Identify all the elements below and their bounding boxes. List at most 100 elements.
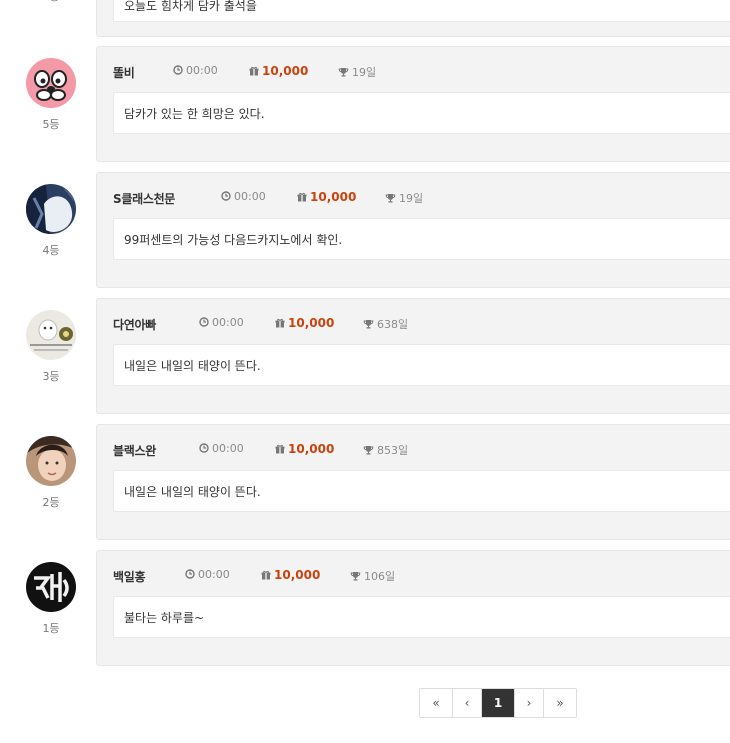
nickname[interactable]: 다연아빠 bbox=[113, 316, 156, 333]
rank-label: 5등 bbox=[42, 118, 60, 131]
gift-icon bbox=[249, 66, 259, 76]
attendance-entry-2: 블랙스완 00:00 10,000 853일 내일은 내일의 태양이 뜬다. 2… bbox=[0, 424, 730, 562]
entry-message-box: 불타는 하루를~ bbox=[113, 596, 730, 638]
entry-meta: 다연아빠 00:00 10,000 638일 bbox=[113, 313, 713, 333]
days-info: 853일 bbox=[363, 442, 408, 458]
trophy-icon bbox=[338, 68, 349, 77]
entry-message: 내일은 내일의 태양이 뜬다. bbox=[124, 485, 261, 499]
points-value: 10,000 bbox=[310, 190, 357, 204]
entry-box: 똘비 00:00 10,000 19일 담카가 있는 한 희망은 있다. bbox=[96, 46, 730, 162]
first-page-button[interactable]: « bbox=[420, 689, 453, 717]
entry-message: 99퍼센트의 가능성 다음드카지노에서 확인. bbox=[124, 233, 343, 247]
avatar[interactable] bbox=[26, 310, 76, 360]
avatar-image bbox=[26, 184, 76, 234]
next-page-button[interactable]: › bbox=[515, 689, 544, 717]
last-page-button[interactable]: » bbox=[544, 689, 576, 717]
time-info: 00:00 bbox=[199, 442, 244, 455]
points-info: 10,000 bbox=[275, 316, 334, 330]
entry-box: 다연아빠 00:00 10,000 638일 내일은 내일의 태양이 뜬다. bbox=[96, 298, 730, 414]
days-info: 106일 bbox=[350, 568, 395, 584]
trophy-icon bbox=[385, 194, 396, 203]
entry-box: S클래스천문 00:00 10,000 19일 99퍼센트의 가능성 다음드카지… bbox=[96, 172, 730, 288]
nickname[interactable]: 똘비 bbox=[113, 64, 135, 81]
points-info: 10,000 bbox=[249, 64, 308, 78]
attendance-entry-4: S클래스천문 00:00 10,000 19일 99퍼센트의 가능성 다음드카지… bbox=[0, 172, 730, 310]
points-info: 10,000 bbox=[297, 190, 356, 204]
time-value: 00:00 bbox=[186, 64, 218, 77]
rank-label: 3등 bbox=[42, 370, 60, 383]
nickname[interactable]: 블랙스완 bbox=[113, 442, 156, 459]
avatar-image bbox=[26, 562, 76, 612]
attendance-entry-5: 똘비 00:00 10,000 19일 담카가 있는 한 희망은 있다. 5등 bbox=[0, 46, 730, 184]
time-info: 00:00 bbox=[185, 568, 230, 581]
points-info: 10,000 bbox=[261, 568, 320, 582]
trophy-icon bbox=[350, 572, 361, 581]
days-value: 19일 bbox=[399, 192, 424, 205]
points-value: 10,000 bbox=[288, 316, 335, 330]
days-value: 853일 bbox=[377, 444, 409, 457]
clock-icon bbox=[199, 317, 209, 327]
entry-box: 오늘도 힘차게 담카 출석을 bbox=[96, 0, 730, 37]
entry-message: 담카가 있는 한 희망은 있다. bbox=[124, 107, 265, 121]
clock-icon bbox=[199, 443, 209, 453]
days-info: 19일 bbox=[385, 190, 423, 206]
time-info: 00:00 bbox=[199, 316, 244, 329]
gift-icon bbox=[275, 318, 285, 328]
rank-label: 4등 bbox=[42, 244, 60, 257]
rank-label: 1등 bbox=[42, 622, 60, 635]
attendance-entry-1: 백일홍 00:00 10,000 106일 불타는 하루를~ 1등 bbox=[0, 550, 730, 688]
prev-page-button[interactable]: ‹ bbox=[453, 689, 482, 717]
entry-box: 백일홍 00:00 10,000 106일 불타는 하루를~ bbox=[96, 550, 730, 666]
days-value: 106일 bbox=[364, 570, 396, 583]
days-info: 638일 bbox=[363, 316, 408, 332]
entry-meta: 똘비 00:00 10,000 19일 bbox=[113, 61, 713, 81]
entry-message-box: 내일은 내일의 태양이 뜬다. bbox=[113, 470, 730, 512]
attendance-entry-3: 다연아빠 00:00 10,000 638일 내일은 내일의 태양이 뜬다. 3… bbox=[0, 298, 730, 436]
points-value: 10,000 bbox=[274, 568, 321, 582]
avatar[interactable] bbox=[26, 436, 76, 486]
rank-label: 6등 bbox=[26, 0, 76, 4]
points-value: 10,000 bbox=[288, 442, 335, 456]
avatar[interactable] bbox=[26, 562, 76, 612]
time-value: 00:00 bbox=[212, 442, 244, 455]
entry-message-box: 오늘도 힘차게 담카 출석을 bbox=[113, 0, 730, 22]
trophy-icon bbox=[363, 446, 374, 455]
entry-message-box: 담카가 있는 한 희망은 있다. bbox=[113, 92, 730, 134]
points-value: 10,000 bbox=[262, 64, 309, 78]
time-value: 00:00 bbox=[212, 316, 244, 329]
page-1-button[interactable]: 1 bbox=[482, 689, 515, 717]
clock-icon bbox=[185, 569, 195, 579]
entry-box: 블랙스완 00:00 10,000 853일 내일은 내일의 태양이 뜬다. bbox=[96, 424, 730, 540]
time-info: 00:00 bbox=[173, 64, 218, 77]
trophy-icon bbox=[363, 320, 374, 329]
entry-meta: 블랙스완 00:00 10,000 853일 bbox=[113, 439, 713, 459]
entry-message: 불타는 하루를~ bbox=[124, 611, 205, 625]
clock-icon bbox=[221, 191, 231, 201]
gift-icon bbox=[275, 444, 285, 454]
rank-label: 2등 bbox=[42, 496, 60, 509]
avatar-image bbox=[26, 58, 76, 108]
entry-message-box: 내일은 내일의 태양이 뜬다. bbox=[113, 344, 730, 386]
entry-meta: S클래스천문 00:00 10,000 19일 bbox=[113, 187, 713, 207]
days-value: 638일 bbox=[377, 318, 409, 331]
entry-message-box: 99퍼센트의 가능성 다음드카지노에서 확인. bbox=[113, 218, 730, 260]
avatar-image bbox=[26, 310, 76, 360]
clock-icon bbox=[173, 65, 183, 75]
nickname[interactable]: 백일홍 bbox=[113, 568, 146, 585]
pagination: « ‹ 1 › » bbox=[419, 688, 577, 718]
avatar[interactable] bbox=[26, 58, 76, 108]
days-value: 19일 bbox=[352, 66, 377, 79]
gift-icon bbox=[297, 192, 307, 202]
days-info: 19일 bbox=[338, 64, 376, 80]
entry-message: 내일은 내일의 태양이 뜬다. bbox=[124, 359, 261, 373]
time-value: 00:00 bbox=[198, 568, 230, 581]
entry-message: 오늘도 힘차게 담카 출석을 bbox=[124, 0, 257, 13]
nickname[interactable]: S클래스천문 bbox=[113, 190, 175, 207]
avatar-image bbox=[26, 436, 76, 486]
time-info: 00:00 bbox=[221, 190, 266, 203]
entry-meta: 백일홍 00:00 10,000 106일 bbox=[113, 565, 713, 585]
time-value: 00:00 bbox=[234, 190, 266, 203]
avatar[interactable] bbox=[26, 184, 76, 234]
gift-icon bbox=[261, 570, 271, 580]
points-info: 10,000 bbox=[275, 442, 334, 456]
